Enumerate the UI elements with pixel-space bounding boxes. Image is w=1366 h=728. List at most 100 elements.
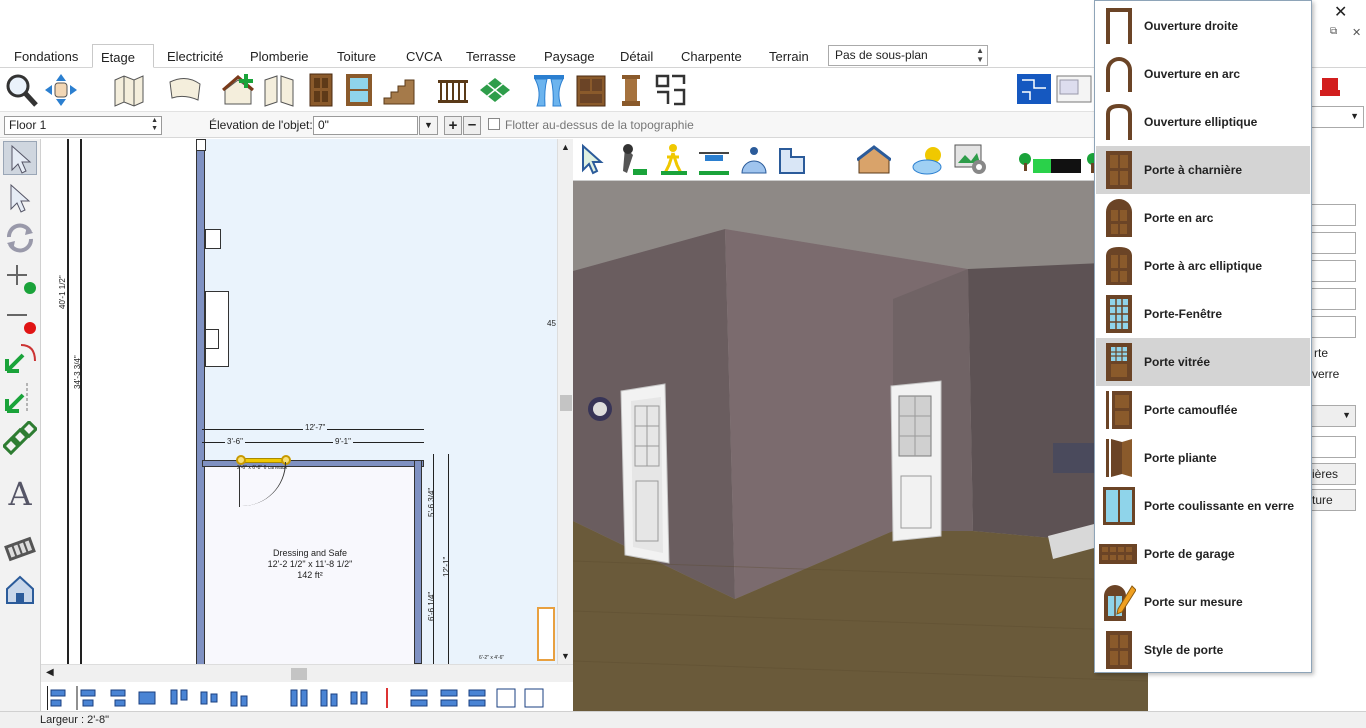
- menu-item-ouverture-elliptique[interactable]: Ouverture elliptique: [1096, 98, 1310, 146]
- room-layout-icon[interactable]: [654, 72, 688, 108]
- wall[interactable]: [414, 460, 422, 664]
- menu-item-porte-camouflee[interactable]: Porte camouflée: [1096, 386, 1310, 434]
- film-icon[interactable]: [3, 531, 37, 565]
- wall-break-icon[interactable]: [262, 72, 296, 108]
- panel-field-2[interactable]: [1308, 232, 1356, 254]
- panel-field-5[interactable]: [1308, 316, 1356, 338]
- tab-toiture[interactable]: Toiture: [329, 44, 384, 68]
- float-checkbox[interactable]: [488, 118, 500, 130]
- panel-dropdown[interactable]: ▼: [1308, 106, 1364, 128]
- remove-point-icon[interactable]: [3, 301, 37, 335]
- menu-item-ouverture-en-arc[interactable]: Ouverture en arc: [1096, 50, 1310, 98]
- room-plan-icon[interactable]: [777, 143, 807, 177]
- fixture[interactable]: [205, 229, 221, 249]
- menu-item-porte-coulissante-en-verre[interactable]: Porte coulissante en verre: [1096, 482, 1310, 530]
- menu-item-porte-en-arc[interactable]: Porte en arc: [1096, 194, 1310, 242]
- drone-icon[interactable]: [697, 143, 731, 177]
- vertical-scrollbar[interactable]: ▲ ▼: [557, 139, 573, 664]
- railing-icon[interactable]: [436, 72, 470, 108]
- menu-item-porte-a-arc-elliptique[interactable]: Porte à arc elliptique: [1096, 242, 1310, 290]
- menu-item-porte-fenetre[interactable]: Porte-Fenêtre: [1096, 290, 1310, 338]
- pan-icon[interactable]: [44, 72, 78, 108]
- select-3d-icon[interactable]: [579, 143, 609, 177]
- chain-icon[interactable]: [1, 419, 39, 456]
- column-icon[interactable]: [614, 72, 648, 108]
- render-settings-icon[interactable]: [953, 143, 987, 177]
- menu-item-porte-sur-mesure[interactable]: Porte sur mesure: [1096, 578, 1310, 626]
- scroll-up-icon[interactable]: ▲: [561, 142, 570, 152]
- room-label[interactable]: Dressing and Safe 12'-2 1/2" x 11'-8 1/2…: [245, 548, 375, 581]
- horizontal-scrollbar[interactable]: ◀: [41, 664, 573, 682]
- join-arrow-icon[interactable]: [3, 341, 37, 375]
- cabinet-icon[interactable]: [574, 72, 608, 108]
- plan-view-icon[interactable]: [1016, 72, 1052, 108]
- exterior-house-icon[interactable]: [857, 145, 891, 175]
- close-window-button[interactable]: ✕: [1334, 2, 1347, 22]
- break-arrow-icon[interactable]: [3, 381, 37, 415]
- hinges-button[interactable]: ières: [1308, 463, 1356, 485]
- walkthrough-icon[interactable]: [659, 143, 689, 177]
- panel-field-6[interactable]: [1308, 436, 1356, 458]
- wall[interactable]: [196, 139, 205, 664]
- menu-item-ouverture-droite[interactable]: Ouverture droite: [1096, 2, 1310, 50]
- glass-door-icon: [1106, 343, 1132, 381]
- panel-field-1[interactable]: [1308, 204, 1356, 226]
- scroll-thumb[interactable]: [291, 668, 307, 680]
- menu-item-porte-a-charniere[interactable]: Porte à charnière: [1096, 146, 1310, 194]
- subplan-select[interactable]: Pas de sous-plan ▲ ▼: [828, 45, 988, 66]
- restore-button[interactable]: ⧉: [1330, 26, 1337, 37]
- window-tool-icon[interactable]: [342, 72, 376, 108]
- tab-fondations[interactable]: Fondations: [6, 44, 86, 68]
- texture-button[interactable]: ture: [1308, 489, 1356, 511]
- scroll-thumb[interactable]: [560, 395, 572, 411]
- weather-icon[interactable]: [911, 143, 947, 177]
- house-camera-icon[interactable]: [3, 571, 37, 605]
- floor-plan-view[interactable]: 40'-1 1/2" 34'-3 3/4" 2'-6" x 6'-8" 6 ca…: [41, 139, 573, 664]
- dimension-label: 12'-1": [442, 556, 451, 577]
- scroll-left-icon[interactable]: ◀: [46, 667, 54, 678]
- tab-charpente[interactable]: Charpente: [673, 44, 750, 68]
- tab-terrasse[interactable]: Terrasse: [458, 44, 524, 68]
- tab-paysage[interactable]: Paysage: [536, 44, 603, 68]
- curve-tool-icon[interactable]: [168, 72, 202, 108]
- mini-close-button[interactable]: ✕: [1352, 26, 1361, 39]
- door-symbol[interactable]: [537, 607, 555, 661]
- tab-terrain[interactable]: Terrain: [761, 44, 817, 68]
- select-arrow-icon[interactable]: [3, 141, 37, 175]
- tab-detail[interactable]: Détail: [612, 44, 661, 68]
- menu-item-porte-de-garage[interactable]: Porte de garage: [1096, 530, 1310, 578]
- house-add-icon[interactable]: [222, 72, 256, 108]
- layout-view-icon[interactable]: [1056, 72, 1092, 108]
- tab-etage[interactable]: Etage: [92, 44, 154, 68]
- menu-item-porte-vitree[interactable]: Porte vitrée: [1096, 338, 1310, 386]
- text-tool-icon[interactable]: A: [3, 477, 37, 511]
- zoom-icon[interactable]: [4, 72, 38, 108]
- panel-select[interactable]: ▼: [1308, 405, 1356, 427]
- tab-electricite[interactable]: Electricité: [159, 44, 231, 68]
- panel-field-4[interactable]: [1308, 288, 1356, 310]
- menu-item-porte-pliante[interactable]: Porte pliante: [1096, 434, 1310, 482]
- add-point-icon[interactable]: [3, 261, 37, 295]
- stairs-icon[interactable]: [382, 72, 416, 108]
- plant-growth-slider-icon[interactable]: [1017, 151, 1103, 175]
- tab-plomberie[interactable]: Plomberie: [242, 44, 317, 68]
- align-tools-icon[interactable]: [47, 686, 573, 710]
- menu-item-style-de-porte[interactable]: Style de porte: [1096, 626, 1310, 674]
- decrease-button[interactable]: –: [463, 116, 481, 135]
- 3d-camera-view[interactable]: [573, 181, 1148, 711]
- curtain-icon[interactable]: [532, 72, 566, 108]
- tab-cvca[interactable]: CVCA: [398, 44, 450, 68]
- door-tool-icon[interactable]: [304, 72, 338, 108]
- rotate-icon[interactable]: [3, 221, 37, 255]
- increase-button[interactable]: +: [444, 116, 462, 135]
- floor-tile-icon[interactable]: [478, 72, 512, 108]
- eyedropper-icon[interactable]: [619, 143, 649, 177]
- multi-select-icon[interactable]: [3, 181, 37, 215]
- floor-select[interactable]: Floor 1 ▲ ▼: [4, 116, 162, 135]
- dome-view-icon[interactable]: [739, 143, 769, 177]
- floor-plan-icon[interactable]: [112, 72, 146, 108]
- panel-field-3[interactable]: [1308, 260, 1356, 282]
- scroll-down-icon[interactable]: ▼: [561, 651, 570, 661]
- elevation-dropdown-button[interactable]: ▼: [419, 116, 438, 135]
- elevation-input[interactable]: 0": [313, 116, 418, 135]
